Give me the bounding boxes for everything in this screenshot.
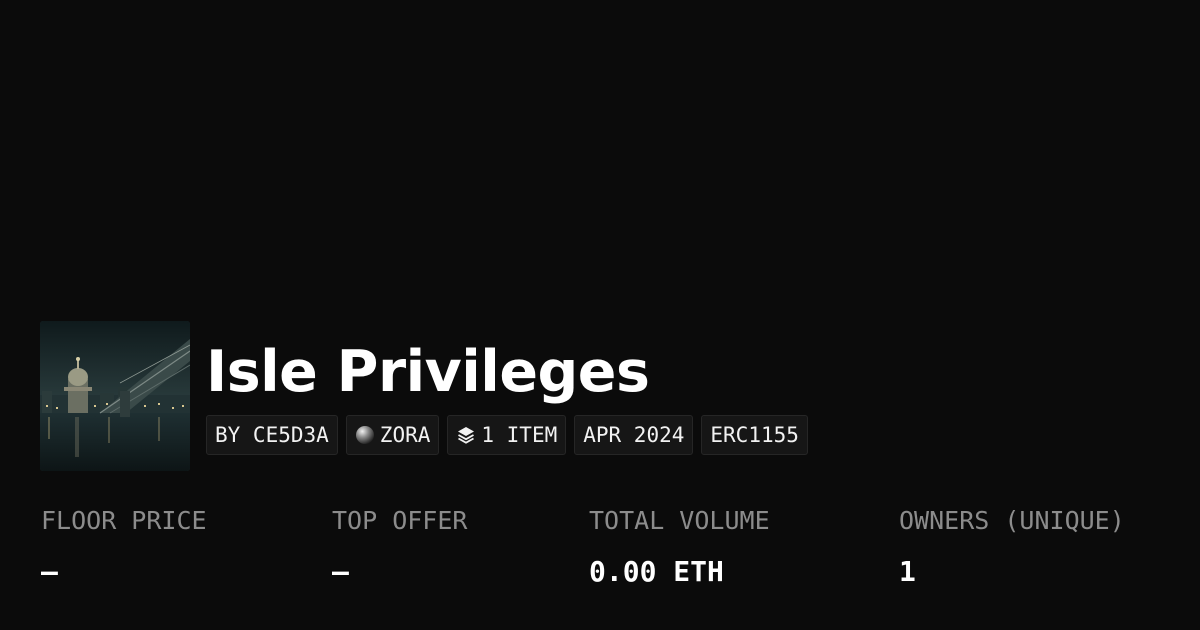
date-tag: APR 2024	[574, 415, 694, 455]
collection-thumbnail	[40, 321, 190, 471]
top-offer-value: —	[332, 555, 349, 588]
floor-price-value: —	[41, 555, 58, 588]
creator-label: BY CE5D3A	[215, 423, 329, 447]
standard-tag: ERC1155	[701, 415, 808, 455]
date-label: APR 2024	[583, 423, 685, 447]
chain-label: ZORA	[379, 423, 431, 447]
chain-tag[interactable]: ZORA	[345, 415, 440, 455]
collection-title: Isle Privileges	[206, 339, 650, 405]
top-offer-stat: TOP OFFER —	[332, 504, 467, 589]
owners-label: OWNERS (UNIQUE)	[899, 506, 1125, 535]
night-city-bridge-image	[40, 321, 190, 471]
floor-price-label: FLOOR PRICE	[41, 506, 207, 535]
top-offer-label: TOP OFFER	[332, 506, 468, 535]
items-tag[interactable]: 1 ITEM	[447, 415, 567, 455]
total-volume-label: TOTAL VOLUME	[589, 506, 770, 535]
total-volume-value: 0.00 ETH	[589, 555, 724, 588]
floor-price-stat: FLOOR PRICE —	[41, 504, 207, 589]
total-volume-stat: TOTAL VOLUME 0.00 ETH	[589, 504, 770, 589]
collection-card: Isle Privileges BY CE5D3A ZORA 1 ITEM AP…	[0, 0, 1200, 630]
layers-icon	[456, 425, 476, 445]
items-label: 1 ITEM	[481, 423, 558, 447]
zora-orb-icon	[355, 425, 375, 445]
owners-value: 1	[899, 555, 916, 588]
standard-label: ERC1155	[710, 423, 799, 447]
creator-tag[interactable]: BY CE5D3A	[206, 415, 338, 455]
owners-stat: OWNERS (UNIQUE) 1	[899, 504, 1125, 589]
collection-tags: BY CE5D3A ZORA 1 ITEM APR 2024 ERC1155	[206, 415, 808, 455]
